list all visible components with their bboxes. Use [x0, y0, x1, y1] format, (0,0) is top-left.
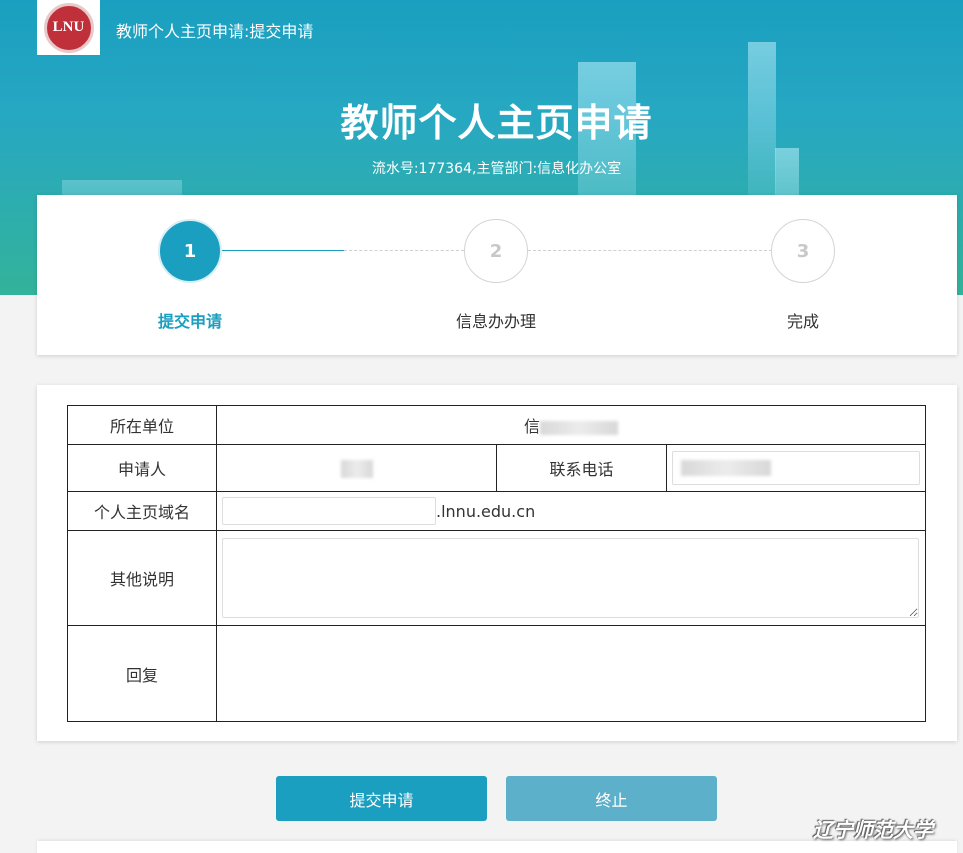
- phone-label: 联系电话: [496, 444, 667, 492]
- reply-value: [216, 625, 926, 722]
- redacted-text: [540, 420, 618, 435]
- reply-label: 回复: [67, 625, 217, 722]
- notes-label: 其他说明: [67, 530, 217, 626]
- applicant-value: [216, 444, 497, 492]
- step-3-label: 完成: [786, 312, 819, 331]
- domain-cell: .lnnu.edu.cn: [216, 491, 926, 531]
- progress-steps: 1 2 3 提交申请 信息办办理 完成: [37, 195, 957, 355]
- application-form: 所在单位 信 申请人 联系电话 个人主页域名 .lnnu.edu.cn 其他说明…: [37, 385, 957, 741]
- unit-value: 信: [216, 405, 926, 445]
- watermark: 辽宁师范大学: [813, 820, 933, 842]
- table-row: 个人主页域名 .lnnu.edu.cn: [67, 491, 926, 531]
- page-title: 教师个人主页申请: [340, 101, 653, 145]
- step-connector: [528, 250, 772, 251]
- form-table: 所在单位 信 申请人 联系电话 个人主页域名 .lnnu.edu.cn 其他说明…: [67, 405, 926, 722]
- step-connector-done: [222, 250, 344, 251]
- applicant-label: 申请人: [67, 444, 217, 492]
- unit-label: 所在单位: [67, 405, 217, 445]
- domain-input[interactable]: [222, 497, 436, 525]
- table-row: 申请人 联系电话: [67, 444, 926, 492]
- table-row: 其他说明: [67, 530, 926, 626]
- university-logo[interactable]: LNU: [37, 0, 100, 55]
- page-header-title: 教师个人主页申请:提交申请: [116, 22, 314, 41]
- notes-cell: [216, 530, 926, 626]
- domain-label: 个人主页域名: [67, 491, 217, 531]
- domain-suffix: .lnnu.edu.cn: [436, 501, 536, 521]
- notes-textarea[interactable]: [222, 538, 919, 618]
- phone-input[interactable]: [672, 451, 920, 485]
- step-1-circle: 1: [158, 219, 222, 283]
- step-3-circle: 3: [771, 219, 835, 283]
- table-row: 所在单位 信: [67, 405, 926, 445]
- phone-cell: [666, 444, 926, 492]
- logo-emblem: LNU: [43, 2, 94, 53]
- step-2-label: 信息办办理: [455, 312, 536, 331]
- step-1-label: 提交申请: [157, 312, 222, 331]
- serial-info: 流水号:177364,主管部门:信息化办公室: [371, 161, 622, 177]
- stop-button[interactable]: 终止: [506, 776, 717, 821]
- domain-field: .lnnu.edu.cn: [222, 497, 925, 525]
- redacted-text: [681, 460, 771, 476]
- step-2-circle: 2: [464, 219, 528, 283]
- table-row: 回复: [67, 625, 926, 722]
- step-connector: [344, 250, 464, 251]
- redacted-text: [340, 459, 373, 478]
- submit-button[interactable]: 提交申请: [276, 776, 487, 821]
